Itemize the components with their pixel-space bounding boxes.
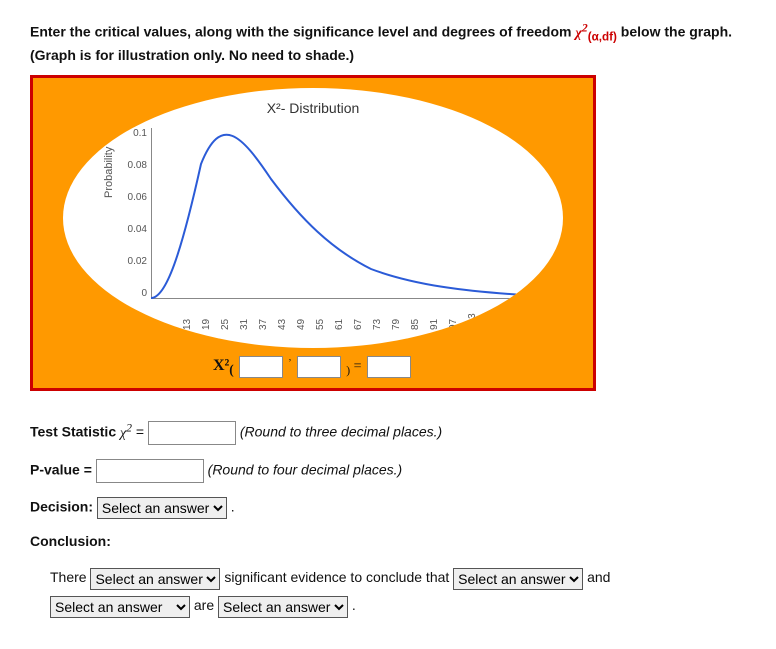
- chi2-label: X²(: [213, 357, 234, 374]
- ytick: 0.08: [121, 160, 147, 171]
- pvalue-input[interactable]: [96, 459, 204, 483]
- pvalue-note: (Round to four decimal places.): [208, 462, 403, 478]
- decision-row: Decision: Select an answer .: [30, 497, 746, 519]
- concl-t3: and: [587, 569, 610, 585]
- test-stat-label: Test Statistic: [30, 424, 120, 440]
- conclusion-block: There Select an answer significant evide…: [30, 563, 746, 619]
- xtick: 55: [315, 319, 326, 330]
- pvalue-label: P-value =: [30, 462, 96, 478]
- decision-period: .: [227, 499, 235, 515]
- equals-sign: =: [354, 359, 362, 374]
- xtick: 19: [201, 319, 212, 330]
- pvalue-row: P-value = (Round to four decimal places.…: [30, 459, 746, 483]
- xtick: 121: [524, 314, 535, 331]
- conclusion-select-3[interactable]: Select an answer: [50, 596, 190, 618]
- xtick: 115: [505, 314, 516, 330]
- critval-input[interactable]: [367, 356, 411, 378]
- eq: =: [132, 424, 148, 440]
- xtick: 43: [277, 319, 288, 330]
- test-statistic-input[interactable]: [148, 421, 236, 445]
- xtick: 61: [334, 319, 345, 330]
- xtick: 31: [239, 319, 250, 330]
- concl-t1: There: [50, 569, 90, 585]
- conclusion-select-1[interactable]: Select an answer: [90, 568, 220, 590]
- decision-label: Decision:: [30, 499, 97, 515]
- conclusion-label: Conclusion:: [30, 533, 111, 549]
- concl-t4: are: [194, 597, 218, 613]
- comma-gap: ,: [289, 352, 292, 363]
- ytick: 0.04: [121, 224, 147, 235]
- conclusion-label-row: Conclusion:: [30, 533, 746, 549]
- alpha-input[interactable]: [239, 356, 283, 378]
- ytick: 0.1: [121, 128, 147, 139]
- xtick: 1: [144, 325, 155, 331]
- xtick: 73: [372, 319, 383, 330]
- instruction-text: Enter the critical values, along with th…: [30, 20, 746, 65]
- concl-t5: .: [352, 597, 356, 613]
- xtick: 7: [163, 325, 174, 331]
- xtick: 25: [220, 319, 231, 330]
- concl-t2: significant evidence to conclude that: [224, 569, 453, 585]
- y-axis-label: Probability: [103, 147, 115, 198]
- xtick: 97: [448, 319, 459, 330]
- chart-input-row: X²( , ) =: [33, 356, 593, 378]
- decision-select[interactable]: Select an answer: [97, 497, 227, 519]
- instruction-pre: Enter the critical values, along with th…: [30, 24, 575, 40]
- xtick: 49: [296, 319, 307, 330]
- ytick: 0.02: [121, 256, 147, 267]
- chart-frame: X²- Distribution Probability 0.1 0.08 0.…: [30, 75, 596, 391]
- test-statistic-row: Test Statistic χ2 = (Round to three deci…: [30, 421, 746, 445]
- chi2-curve: [151, 124, 543, 304]
- ytick: 0.06: [121, 192, 147, 203]
- chi2-symbol: χ2: [120, 426, 132, 441]
- xtick: 109: [486, 314, 497, 331]
- chart-oval: X²- Distribution Probability 0.1 0.08 0.…: [63, 88, 563, 348]
- xtick: 37: [258, 319, 269, 330]
- chi-symbol: χ2: [575, 26, 587, 41]
- chart-title: X²- Distribution: [63, 100, 563, 116]
- xtick: 67: [353, 319, 364, 330]
- xtick: 85: [410, 319, 421, 330]
- xtick: 79: [391, 319, 402, 330]
- xtick: 103: [467, 314, 478, 331]
- ytick: 0: [121, 288, 147, 299]
- conclusion-select-4[interactable]: Select an answer: [218, 596, 348, 618]
- test-stat-note: (Round to three decimal places.): [240, 424, 442, 440]
- xtick: 13: [182, 319, 193, 330]
- conclusion-select-2[interactable]: Select an answer: [453, 568, 583, 590]
- xtick: 91: [429, 319, 440, 330]
- chi-subscript: (α,df): [588, 30, 617, 43]
- df-input[interactable]: [297, 356, 341, 378]
